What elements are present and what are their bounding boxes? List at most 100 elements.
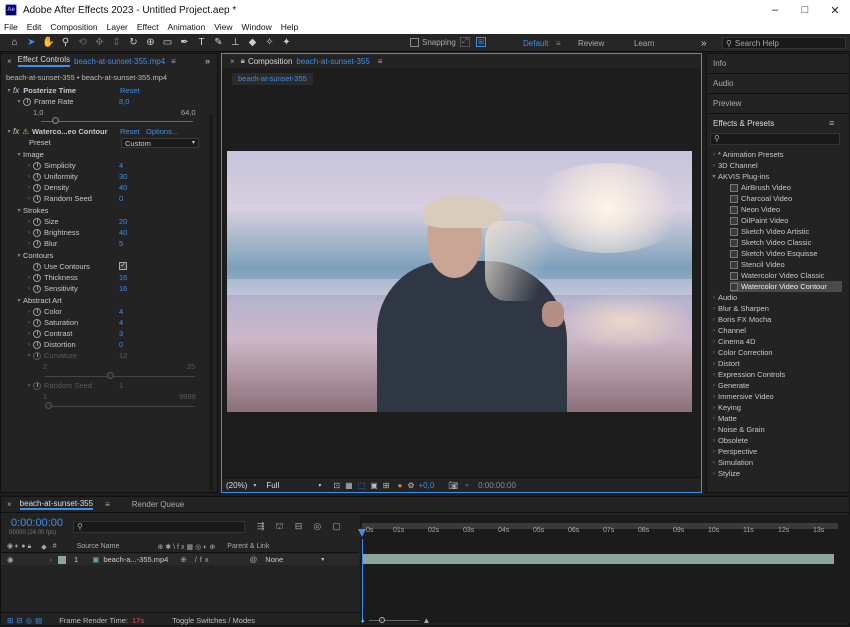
chevron-right-icon[interactable]: ›: [25, 174, 33, 180]
panel-menu-icon[interactable]: ≡: [171, 57, 176, 66]
clone-stamp-tool-icon[interactable]: ⊥: [227, 36, 244, 50]
stopwatch-icon[interactable]: [33, 340, 41, 349]
stopwatch-icon[interactable]: [33, 318, 41, 327]
category-expression-controls[interactable]: Expression Controls: [718, 370, 785, 379]
menu-animation[interactable]: Animation: [167, 22, 205, 32]
chevron-right-icon[interactable]: ›: [710, 405, 718, 411]
video-frame[interactable]: [227, 151, 692, 412]
category-3d-channel[interactable]: 3D Channel: [718, 161, 758, 170]
chevron-down-icon[interactable]: ▾: [253, 482, 256, 489]
menu-effect[interactable]: Effect: [137, 22, 159, 32]
effect-stencil-video[interactable]: Stencil Video: [741, 260, 785, 269]
close-button[interactable]: ✕: [820, 0, 850, 20]
search-help-field[interactable]: ⚲ Search Help: [722, 37, 846, 49]
pen-tool-icon[interactable]: ✒: [176, 36, 193, 50]
chevron-right-icon[interactable]: ›: [710, 328, 718, 334]
rectangle-tool-icon[interactable]: ▭: [159, 36, 176, 50]
layer-track-bar[interactable]: [362, 554, 834, 564]
rotate-tool-icon[interactable]: ↻: [125, 36, 142, 50]
zoom-out-icon[interactable]: ▴: [361, 616, 365, 624]
chevron-right-icon[interactable]: ›: [710, 295, 718, 301]
pan-behind-tool-icon[interactable]: ⊕: [142, 36, 159, 50]
category-keying[interactable]: Keying: [718, 403, 741, 412]
stopwatch-icon[interactable]: [33, 239, 41, 248]
chevron-right-icon[interactable]: ›: [25, 241, 33, 247]
chevron-right-icon[interactable]: ›: [710, 383, 718, 389]
value-blur[interactable]: 5: [119, 239, 123, 248]
chevron-down-icon[interactable]: ▾: [321, 556, 324, 563]
category-obsolete[interactable]: Obsolete: [718, 436, 748, 445]
value-size[interactable]: 20: [119, 217, 127, 226]
stopwatch-icon[interactable]: [33, 161, 41, 170]
preview-panel-header[interactable]: Preview: [713, 99, 741, 108]
workspace-learn[interactable]: Learn: [634, 34, 654, 52]
value-density[interactable]: 40: [119, 183, 127, 192]
frame-rate-slider-track[interactable]: [41, 121, 193, 122]
playhead-line[interactable]: [362, 539, 363, 623]
puppet-tool-icon[interactable]: ✦: [278, 36, 295, 50]
stopwatch-icon[interactable]: [33, 262, 41, 271]
category-distort[interactable]: Distort: [718, 359, 740, 368]
zoom-slider-track[interactable]: [368, 616, 419, 623]
category-audio[interactable]: Audio: [718, 293, 737, 302]
chevron-right-icon[interactable]: ›: [710, 438, 718, 444]
zoom-in-icon[interactable]: ▲: [423, 616, 431, 625]
workspace-review[interactable]: Review: [578, 34, 604, 52]
brush-tool-icon[interactable]: ✎: [210, 36, 227, 50]
hand-tool-icon[interactable]: ✋: [40, 36, 57, 50]
dolly-tool-icon[interactable]: ⇕: [108, 36, 125, 50]
layer-switch-icons[interactable]: ⊕ /fx: [180, 555, 211, 564]
category-noise-grain[interactable]: Noise & Grain: [718, 425, 765, 434]
toggle-switches-modes[interactable]: Toggle Switches / Modes: [172, 616, 255, 625]
resolution-dropdown[interactable]: Full: [266, 481, 318, 490]
timeline-zoom-slider[interactable]: ▴ ▲: [361, 616, 441, 625]
table-row[interactable]: ◉ › 1 ▣ beach-a...-355.mp4 ⊕ /fx @ None …: [1, 554, 359, 565]
zoom-tool-icon[interactable]: ⚲: [57, 36, 74, 50]
stopwatch-icon[interactable]: [33, 172, 41, 181]
stopwatch-icon[interactable]: [33, 228, 41, 237]
time-ruler[interactable]: 0s 01s 02s 03s 04s 05s 06s 07s 08s 09s 1…: [360, 527, 850, 539]
chevron-right-icon[interactable]: ›: [710, 449, 718, 455]
timeline-switch-icons[interactable]: ⇶⛫⊟◎▢: [257, 521, 352, 533]
value-sensitivity[interactable]: 16: [119, 284, 127, 293]
visibility-eye-icon[interactable]: ◉: [7, 555, 14, 564]
value-brightness[interactable]: 40: [119, 228, 127, 237]
panel-menu-icon[interactable]: ≡: [378, 57, 383, 66]
category-boris-fx-mocha[interactable]: Boris FX Mocha: [718, 315, 771, 324]
chevron-right-icon[interactable]: ›: [710, 306, 718, 312]
menu-file[interactable]: File: [4, 22, 18, 32]
render-queue-tab[interactable]: Render Queue: [132, 500, 184, 509]
guides-icon[interactable]: ⊞: [383, 481, 390, 490]
effect-sketch-artistic[interactable]: Sketch Video Artistic: [741, 227, 809, 236]
stopwatch-icon[interactable]: [33, 217, 41, 226]
channel-icon[interactable]: ●: [397, 481, 402, 490]
parent-dropdown[interactable]: None: [265, 555, 321, 564]
chevron-down-icon[interactable]: ▾: [5, 128, 13, 135]
category-blur-sharpen[interactable]: Blur & Sharpen: [718, 304, 769, 313]
chevron-down-icon[interactable]: ▾: [15, 151, 23, 158]
effects-presets-header[interactable]: Effects & Presets: [713, 119, 774, 128]
menu-layer[interactable]: Layer: [107, 22, 128, 32]
category-cinema-4d[interactable]: Cinema 4D: [718, 337, 756, 346]
chevron-right-icon[interactable]: ›: [25, 331, 33, 337]
zoom-slider-knob[interactable]: [378, 616, 385, 623]
chevron-right-icon[interactable]: ›: [25, 230, 33, 236]
effect-sketch-classic[interactable]: Sketch Video Classic: [741, 238, 811, 247]
chevron-right-icon[interactable]: ›: [25, 185, 33, 191]
panel-menu-icon[interactable]: ≡: [105, 500, 110, 509]
effect-controls-tab[interactable]: × Effect Controls beach-at-sunset-355.mp…: [1, 54, 217, 68]
workspace-default[interactable]: Default: [523, 34, 548, 52]
chevron-right-icon[interactable]: ›: [710, 361, 718, 367]
col-source-name[interactable]: Source Name: [77, 543, 120, 550]
menu-edit[interactable]: Edit: [27, 22, 42, 32]
chevron-down-icon[interactable]: ▾: [318, 482, 321, 489]
minimize-button[interactable]: –: [760, 0, 790, 20]
category-channel[interactable]: Channel: [718, 326, 746, 335]
audio-panel-header[interactable]: Audio: [713, 79, 733, 88]
chevron-right-icon[interactable]: ›: [25, 196, 33, 202]
effect-watercolor-contour[interactable]: Watercolor Video Contour: [741, 282, 827, 291]
close-tab-icon[interactable]: ×: [7, 500, 12, 509]
timeline-track-area[interactable]: 0s 01s 02s 03s 04s 05s 06s 07s 08s 09s 1…: [358, 515, 850, 623]
roto-brush-tool-icon[interactable]: ✧: [261, 36, 278, 50]
home-icon[interactable]: ⌂: [6, 36, 23, 50]
